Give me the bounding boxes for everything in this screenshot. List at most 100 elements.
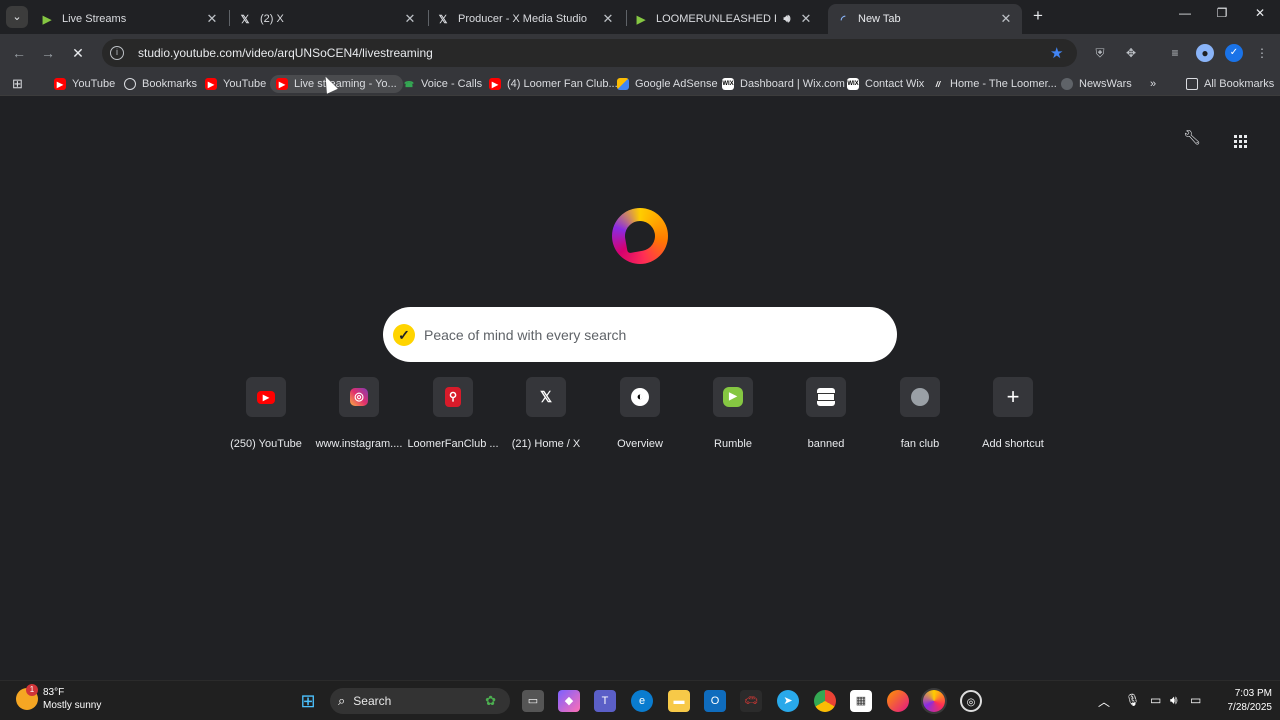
- weather-widget[interactable]: 1 83°F Mostly sunny: [16, 684, 102, 712]
- microphone-icon[interactable]: 🎙︎: [1125, 693, 1140, 707]
- shortcut-youtube[interactable]: ▶ (250) YouTube: [220, 375, 312, 450]
- more-bookmarks-chevron-icon[interactable]: »: [1150, 75, 1156, 93]
- banned-icon: [806, 377, 846, 417]
- bookmark-bookmarks[interactable]: Bookmarks: [124, 75, 197, 93]
- task-view-icon[interactable]: ▭: [522, 690, 544, 712]
- sun-icon: 1: [16, 684, 38, 710]
- tab-loomerunleashed[interactable]: ▶ LOOMERUNLEASHED EP10 🔊︎ ✕: [626, 4, 822, 34]
- close-icon[interactable]: ✕: [798, 11, 814, 27]
- volume-icon[interactable]: 🔊︎: [1170, 693, 1178, 708]
- address-bar[interactable]: i studio.youtube.com/video/arqUNSoCEN4/l…: [102, 39, 1077, 67]
- bookmark-label: Bookmarks: [142, 78, 198, 90]
- bookmark-youtube-2[interactable]: ▶ YouTube: [205, 75, 266, 93]
- shortcut-label: banned: [807, 438, 845, 450]
- search-placeholder[interactable]: Peace of mind with every search: [424, 327, 626, 343]
- notification-badge: 1: [26, 684, 38, 696]
- bookmark-star-icon[interactable]: ★: [1050, 44, 1063, 62]
- bookmark-label: NewsWars: [1079, 78, 1132, 90]
- system-clock[interactable]: 7:03 PM 7/28/2025: [1212, 687, 1273, 715]
- shortcut-banned[interactable]: banned: [780, 375, 872, 450]
- edge-icon[interactable]: e: [631, 690, 653, 712]
- battery-icon[interactable]: ▭: [1190, 693, 1201, 707]
- shield-extension-icon[interactable]: ⛨: [1091, 44, 1109, 62]
- browser-active-icon[interactable]: [923, 690, 945, 712]
- screen: ⌄ ▶ Live Streams ✕ 𝕏 (2) X ✕ 𝕏 Producer …: [0, 0, 1280, 720]
- tab-strip: ⌄ ▶ Live Streams ✕ 𝕏 (2) X ✕ 𝕏 Producer …: [0, 0, 1280, 34]
- tab-search-button[interactable]: ⌄: [6, 6, 28, 28]
- restore-button[interactable]: ❐: [1207, 6, 1237, 20]
- shortcut-overview[interactable]: ◐ Overview: [594, 375, 686, 450]
- close-icon[interactable]: ✕: [600, 11, 616, 27]
- stop-loading-button[interactable]: ✕: [67, 42, 89, 64]
- new-tab-button[interactable]: +: [1028, 6, 1048, 26]
- shortcut-add[interactable]: + Add shortcut: [967, 375, 1059, 450]
- copilot-icon[interactable]: ◆: [558, 690, 580, 712]
- firefox-icon[interactable]: [887, 690, 909, 712]
- close-icon[interactable]: ✕: [204, 11, 220, 27]
- bookmark-loomer-fan-club[interactable]: ▶ (4) Loomer Fan Club...: [489, 75, 618, 93]
- instagram-icon: ◎: [339, 377, 379, 417]
- all-bookmarks-folder[interactable]: All Bookmarks: [1186, 75, 1274, 93]
- outlook-icon[interactable]: O: [704, 690, 726, 712]
- network-icon[interactable]: ▭: [1150, 693, 1161, 707]
- minimize-button[interactable]: —: [1170, 6, 1200, 20]
- file-explorer-icon[interactable]: ▬: [668, 690, 690, 712]
- wix-icon: WIX: [847, 78, 859, 90]
- apps-grid-icon[interactable]: ⊞: [12, 75, 23, 93]
- bookmark-newswars[interactable]: NewsWars: [1061, 75, 1132, 93]
- tab-x[interactable]: 𝕏 (2) X ✕: [230, 4, 426, 34]
- weather-condition: Mostly sunny: [43, 700, 102, 711]
- taskbar-search[interactable]: ⌕ Search ✿: [330, 688, 510, 714]
- menu-kebab-icon[interactable]: ⋮: [1253, 44, 1271, 62]
- bookmark-voice-calls[interactable]: ☎ Voice - Calls: [403, 75, 482, 93]
- audio-icon[interactable]: 🔊︎: [780, 12, 794, 26]
- all-bookmarks-label: All Bookmarks: [1204, 78, 1275, 90]
- customize-wrench-icon[interactable]: 🔧︎: [1180, 129, 1204, 153]
- media-control-icon[interactable]: ≡: [1166, 44, 1184, 62]
- address-url[interactable]: studio.youtube.com/video/arqUNSoCEN4/liv…: [138, 46, 433, 60]
- bookmark-google-adsense[interactable]: Google AdSense: [617, 75, 718, 93]
- search-label: Search: [353, 694, 392, 708]
- bookmark-live-streaming[interactable]: ▶ Live streaming - Yo...: [270, 75, 403, 93]
- telegram-icon[interactable]: ➤: [777, 690, 799, 712]
- teams-icon[interactable]: T: [594, 690, 616, 712]
- youtube-icon: ▶: [489, 78, 501, 90]
- forward-button[interactable]: →: [37, 42, 59, 64]
- youtube-icon: ▶: [246, 377, 286, 417]
- checkmark-icon: ✓: [393, 323, 415, 346]
- close-icon[interactable]: ✕: [402, 11, 418, 27]
- bookmark-label: Live streaming - Yo...: [294, 78, 397, 90]
- app-swirl-icon[interactable]: ◎: [960, 690, 982, 712]
- apps-grid-icon[interactable]: [1228, 129, 1252, 153]
- store-icon[interactable]: ▦: [850, 690, 872, 712]
- bookmark-youtube[interactable]: ▶ YouTube: [54, 75, 115, 93]
- chrome-icon[interactable]: [814, 690, 836, 712]
- bookmark-wix-dashboard[interactable]: WIX Dashboard | Wix.com: [722, 75, 845, 93]
- windows-start-icon[interactable]: ⊞: [297, 690, 319, 712]
- tab-live-streams[interactable]: ▶ Live Streams ✕: [32, 4, 228, 34]
- show-hidden-icons-chevron-icon[interactable]: ︿: [1098, 693, 1110, 710]
- newswars-icon: [1061, 78, 1073, 90]
- close-icon[interactable]: ✕: [998, 11, 1014, 27]
- temperature: 83°F: [43, 687, 65, 698]
- back-button[interactable]: ←: [8, 42, 30, 64]
- shortcut-fan-club[interactable]: fan club: [874, 375, 966, 450]
- close-window-button[interactable]: ✕: [1245, 6, 1275, 20]
- tab-new-tab[interactable]: ◜ New Tab ✕: [828, 4, 1022, 34]
- bookmark-contact-wix[interactable]: WIX Contact Wix: [847, 75, 924, 93]
- search-box[interactable]: ✓ Peace of mind with every search: [383, 307, 897, 362]
- windows-taskbar: 1 83°F Mostly sunny ⊞ ⌕ Search ✿ ▭ ◆ T e…: [0, 680, 1280, 720]
- tab-producer[interactable]: 𝕏 Producer - X Media Studio ✕: [428, 4, 624, 34]
- shortcut-x-home[interactable]: 𝕏 (21) Home / X: [500, 375, 592, 450]
- profile-avatar-icon[interactable]: ●: [1196, 44, 1214, 62]
- verified-extension-icon[interactable]: ✓: [1225, 44, 1243, 62]
- extensions-puzzle-icon[interactable]: ✥: [1122, 44, 1140, 62]
- shortcut-label: (250) YouTube: [230, 438, 302, 450]
- phone-icon: ☎: [404, 79, 414, 89]
- app-car-icon[interactable]: 🚗︎: [740, 690, 762, 712]
- bookmark-home-loomer[interactable]: // Home - The Loomer...: [932, 75, 1057, 93]
- site-info-icon[interactable]: i: [110, 46, 124, 60]
- shortcut-loomer-fan-club[interactable]: ⚲ LoomerFanClub ...: [407, 375, 499, 450]
- shortcut-instagram[interactable]: ◎ www.instagram....: [313, 375, 405, 450]
- shortcut-rumble[interactable]: ▶ Rumble: [687, 375, 779, 450]
